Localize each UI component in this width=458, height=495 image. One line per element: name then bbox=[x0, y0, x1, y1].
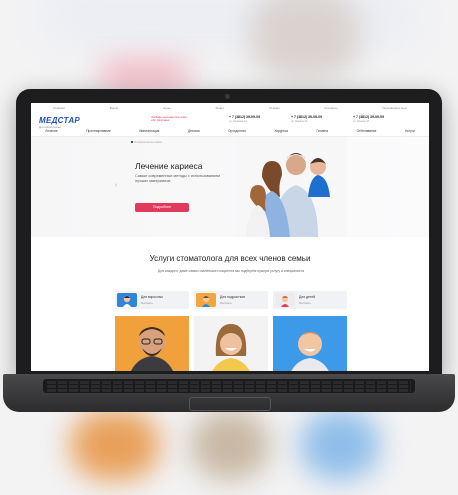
slider-prev-arrow[interactable]: ‹ bbox=[115, 182, 117, 189]
service-card-label: Для детей bbox=[299, 295, 316, 299]
hero-subtitle: Самые современные методы с использование… bbox=[135, 174, 220, 183]
site-header: МЕДСТАР Для всей семьи Любовь начинается… bbox=[31, 112, 429, 129]
service-card-teens[interactable]: Для подростков Выбрать bbox=[194, 291, 268, 309]
menu-item[interactable]: Детская bbox=[188, 129, 200, 136]
family-photo bbox=[236, 137, 346, 237]
phone-address: пр. Маркса 31 bbox=[291, 120, 308, 123]
menu-item[interactable]: Отбеливание bbox=[357, 129, 377, 136]
services-title: Услуги стоматолога для всех членов семьи bbox=[149, 254, 311, 263]
key-row bbox=[47, 385, 411, 388]
camera-icon bbox=[225, 94, 230, 99]
hero-slider: Стоматология Омск ‹ › Лечение кариеса Са… bbox=[31, 137, 429, 237]
services-description: Для каждого, даже самого маленького паци… bbox=[157, 269, 305, 273]
menu-item[interactable]: Протезирование bbox=[86, 129, 110, 136]
breadcrumb-icon bbox=[131, 141, 133, 143]
phone-number[interactable]: + 7 (3812) 39-09-09 bbox=[291, 115, 322, 119]
teen-photo bbox=[194, 316, 268, 371]
laptop-screen: Клиники Врачи Цены Акции Отзывы Контакты… bbox=[31, 103, 429, 371]
menu-item[interactable]: Имплантация bbox=[139, 129, 159, 136]
service-card-label: Для взрослых bbox=[141, 295, 163, 299]
breadcrumb[interactable]: Стоматология Омск bbox=[134, 140, 162, 144]
menu-item[interactable]: Ортодонтия bbox=[228, 129, 246, 136]
child-icon bbox=[275, 293, 295, 307]
adult-man-icon bbox=[117, 293, 137, 307]
service-card-select[interactable]: Выбрать bbox=[141, 301, 153, 305]
adult-photo bbox=[115, 316, 189, 371]
phone-number[interactable]: + 7 (3812) 39-09-09 bbox=[229, 115, 260, 119]
laptop-lid: Клиники Врачи Цены Акции Отзывы Контакты… bbox=[16, 89, 442, 379]
key-row bbox=[47, 389, 411, 392]
menu-item[interactable]: Хирургия bbox=[274, 129, 288, 136]
phone-address: ул. Гагарина 14 bbox=[229, 120, 247, 123]
keyboard bbox=[43, 379, 415, 393]
site-logo[interactable]: МЕДСТАР bbox=[39, 116, 80, 125]
service-card-label: Для подростков bbox=[220, 295, 245, 299]
service-card-select[interactable]: Выбрать bbox=[220, 301, 232, 305]
phone-number[interactable]: + 7 (3812) 39-09-09 bbox=[353, 115, 384, 119]
service-card-select[interactable]: Выбрать bbox=[299, 301, 311, 305]
menu-item[interactable]: Гигиена bbox=[316, 129, 328, 136]
key-row bbox=[47, 381, 411, 384]
service-card-kids[interactable]: Для детей Выбрать bbox=[273, 291, 347, 309]
phone-address: ул. Ленина 47 bbox=[353, 120, 370, 123]
main-menu: Лечение Протезирование Имплантация Детск… bbox=[31, 129, 429, 137]
menu-item[interactable]: Услуги bbox=[405, 129, 415, 136]
site-slogan: Любовь начинается там, где здоровье bbox=[151, 115, 188, 123]
child-photo bbox=[273, 316, 347, 371]
laptop-keyboard-deck bbox=[3, 374, 455, 412]
menu-item[interactable]: Лечение bbox=[45, 129, 58, 136]
service-card-adults[interactable]: Для взрослых Выбрать bbox=[115, 291, 189, 309]
hero-title: Лечение кариеса bbox=[135, 161, 203, 171]
touchpad bbox=[189, 397, 271, 411]
hero-more-button[interactable]: Подробнее bbox=[135, 203, 189, 212]
teen-boy-icon bbox=[196, 293, 216, 307]
